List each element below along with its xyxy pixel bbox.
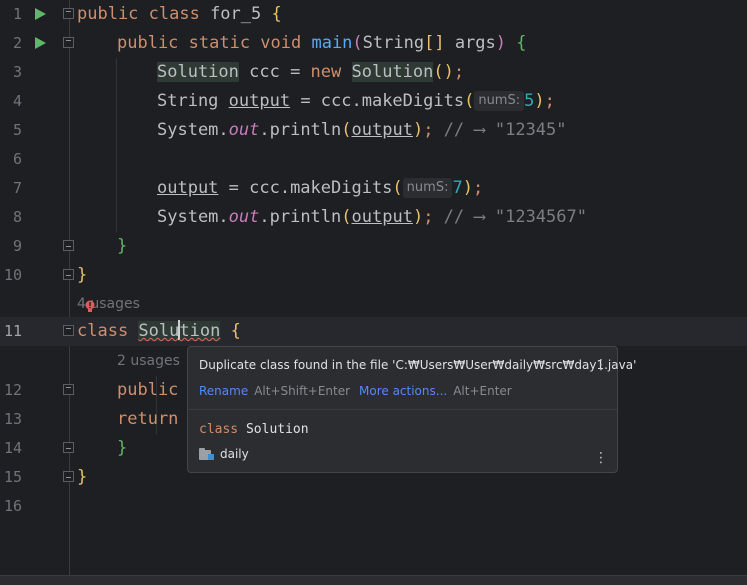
- code-editor[interactable]: 1 public class for_5 { 2 public static v…: [0, 0, 747, 585]
- code-line-current: 11 class Solution {: [0, 317, 747, 346]
- line-number: 10: [3, 266, 22, 284]
- line-number: 15: [3, 468, 22, 486]
- code-text: }: [117, 438, 128, 458]
- rename-shortcut: Alt+Shift+Enter: [254, 384, 351, 398]
- code-text: Solution ccc = new Solution();: [157, 62, 465, 82]
- code-text: }: [77, 265, 88, 285]
- code-text: System.out.println(output); // ⟶ "123456…: [157, 207, 587, 227]
- more-options-icon[interactable]: ⋮: [594, 451, 608, 465]
- code-line: 3 Solution ccc = new Solution();: [0, 58, 747, 87]
- line-number: 9: [12, 237, 22, 255]
- error-message: Duplicate class found in the file 'C:₩Us…: [199, 358, 637, 372]
- rename-action[interactable]: Rename Alt+Shift+Enter: [199, 384, 350, 398]
- parameter-hint: numS:: [402, 178, 453, 198]
- line-number: 11: [3, 322, 22, 340]
- more-options-icon[interactable]: ⋮: [594, 358, 608, 372]
- line-number: 2: [12, 34, 22, 52]
- run-icon[interactable]: [35, 37, 46, 49]
- line-number: 3: [12, 63, 22, 81]
- more-actions-link[interactable]: More actions...: [359, 384, 447, 398]
- line-number: 4: [12, 92, 22, 110]
- error-popup: Duplicate class found in the file 'C:₩Us…: [187, 346, 636, 473]
- code-line: 7 output = ccc.makeDigits(numS: 7);: [0, 174, 747, 203]
- code-line: 10 }: [0, 261, 747, 290]
- line-number: 16: [3, 497, 22, 515]
- code-text: public: [117, 380, 179, 400]
- line-number: 7: [12, 179, 22, 197]
- code-text: return: [117, 409, 179, 429]
- code-text: class Solution {: [77, 320, 241, 341]
- code-line: 1 public class for_5 {: [0, 0, 747, 29]
- error-class-name[interactable]: Solution: [138, 320, 221, 341]
- code-line: 5 System.out.println(output); // ⟶ "1234…: [0, 116, 747, 145]
- code-line: 8 System.out.println(output); // ⟶ "1234…: [0, 203, 747, 232]
- more-actions-shortcut: Alt+Enter: [453, 384, 512, 398]
- line-number: 1: [12, 5, 22, 23]
- line-number: 6: [12, 150, 22, 168]
- fold-icon[interactable]: [63, 240, 74, 251]
- line-number: 12: [3, 381, 22, 399]
- error-bulb-icon[interactable]: [84, 300, 96, 314]
- code-text: public static void main(String[] args) {: [117, 33, 527, 53]
- fold-icon[interactable]: [63, 442, 74, 453]
- code-line: 4 String output = ccc.makeDigits(numS: 5)…: [0, 87, 747, 116]
- line-number: 5: [12, 121, 22, 139]
- rename-link[interactable]: Rename: [199, 384, 248, 398]
- code-line: 9 }: [0, 232, 747, 261]
- more-actions-action[interactable]: More actions... Alt+Enter: [359, 384, 512, 398]
- code-text: }: [77, 467, 88, 487]
- parameter-hint: numS:: [474, 91, 525, 111]
- popup-divider: [188, 409, 617, 410]
- code-line: 2 public static void main(String[] args)…: [0, 29, 747, 58]
- fold-icon[interactable]: [63, 37, 74, 48]
- fold-icon[interactable]: [63, 269, 74, 280]
- line-number: 14: [3, 439, 22, 457]
- fold-icon[interactable]: [63, 384, 74, 395]
- code-line: 6: [0, 145, 747, 174]
- package-location[interactable]: daily: [199, 447, 249, 461]
- code-text: output = ccc.makeDigits(numS: 7);: [157, 178, 484, 198]
- usages-hint[interactable]: 2 usages: [117, 347, 180, 376]
- code-text: public class for_5 {: [77, 4, 282, 24]
- code-text: System.out.println(output); // ⟶ "12345": [157, 120, 567, 140]
- fold-icon[interactable]: [63, 325, 74, 336]
- line-number: 8: [12, 208, 22, 226]
- package-name: daily: [220, 447, 249, 461]
- package-folder-icon: [199, 448, 214, 460]
- fold-icon[interactable]: [63, 471, 74, 482]
- class-declaration: class Solution: [199, 422, 309, 437]
- line-number: 13: [3, 410, 22, 428]
- fold-icon[interactable]: [63, 8, 74, 19]
- code-text: String output = ccc.makeDigits(numS: 5);: [157, 91, 555, 111]
- code-line: 16: [0, 492, 747, 521]
- run-icon[interactable]: [35, 8, 46, 20]
- code-text: }: [117, 236, 128, 256]
